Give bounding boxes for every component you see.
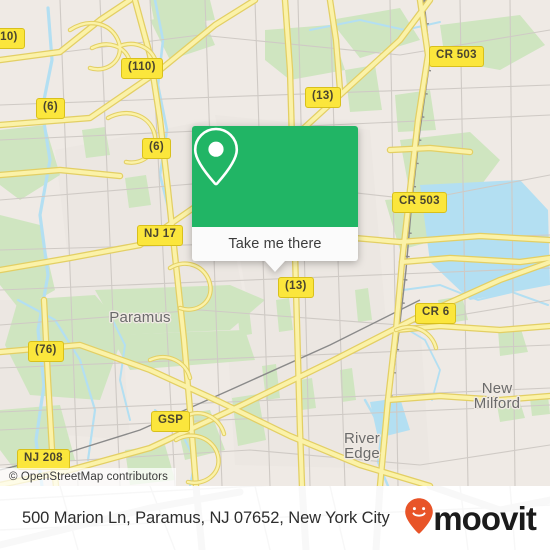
moovit-wordmark: moovit bbox=[433, 499, 537, 537]
road-shield-route-110[interactable]: (110) bbox=[121, 58, 163, 79]
road-shield-route-6-upper[interactable]: (6) bbox=[36, 98, 65, 119]
popup-pointer bbox=[265, 261, 285, 272]
location-popup-card[interactable]: Take me there bbox=[192, 126, 358, 272]
map-attribution[interactable]: © OpenStreetMap contributors bbox=[0, 468, 176, 486]
moovit-smiley-pin-icon bbox=[404, 497, 434, 540]
attribution-text: © OpenStreetMap contributors bbox=[9, 471, 168, 483]
popup-action-bar[interactable]: Take me there bbox=[192, 227, 358, 272]
road-shield-route-76[interactable]: (76) bbox=[28, 341, 64, 362]
footer-bar: 500 Marion Ln, Paramus, NJ 07652, New Yo… bbox=[0, 486, 550, 550]
popup-icon-panel bbox=[192, 126, 358, 227]
take-me-there-button-label: Take me there bbox=[228, 236, 322, 252]
road-shield-nj-17[interactable]: NJ 17 bbox=[137, 225, 184, 246]
road-shield-route-10[interactable]: (10) bbox=[0, 28, 25, 49]
address-text: 500 Marion Ln, Paramus, NJ 07652, New Yo… bbox=[22, 508, 390, 527]
road-shield-nj-208[interactable]: NJ 208 bbox=[17, 449, 70, 470]
road-shield-route-6-mid[interactable]: (6) bbox=[142, 138, 171, 159]
road-shield-route-13-top[interactable]: (13) bbox=[305, 87, 341, 108]
map-canvas[interactable]: Paramus New Milford River Edge (10) (110… bbox=[0, 0, 550, 486]
road-shield-route-13-mid[interactable]: (13) bbox=[278, 277, 314, 298]
road-shield-gsp[interactable]: GSP bbox=[151, 411, 191, 432]
moovit-logo[interactable]: moovit bbox=[404, 497, 537, 540]
road-shield-cr-503-upper[interactable]: CR 503 bbox=[429, 46, 484, 67]
map-screenshot: Paramus New Milford River Edge (10) (110… bbox=[0, 0, 550, 550]
road-shield-cr-503-lower[interactable]: CR 503 bbox=[392, 192, 447, 213]
road-shield-cr-6[interactable]: CR 6 bbox=[415, 303, 457, 324]
